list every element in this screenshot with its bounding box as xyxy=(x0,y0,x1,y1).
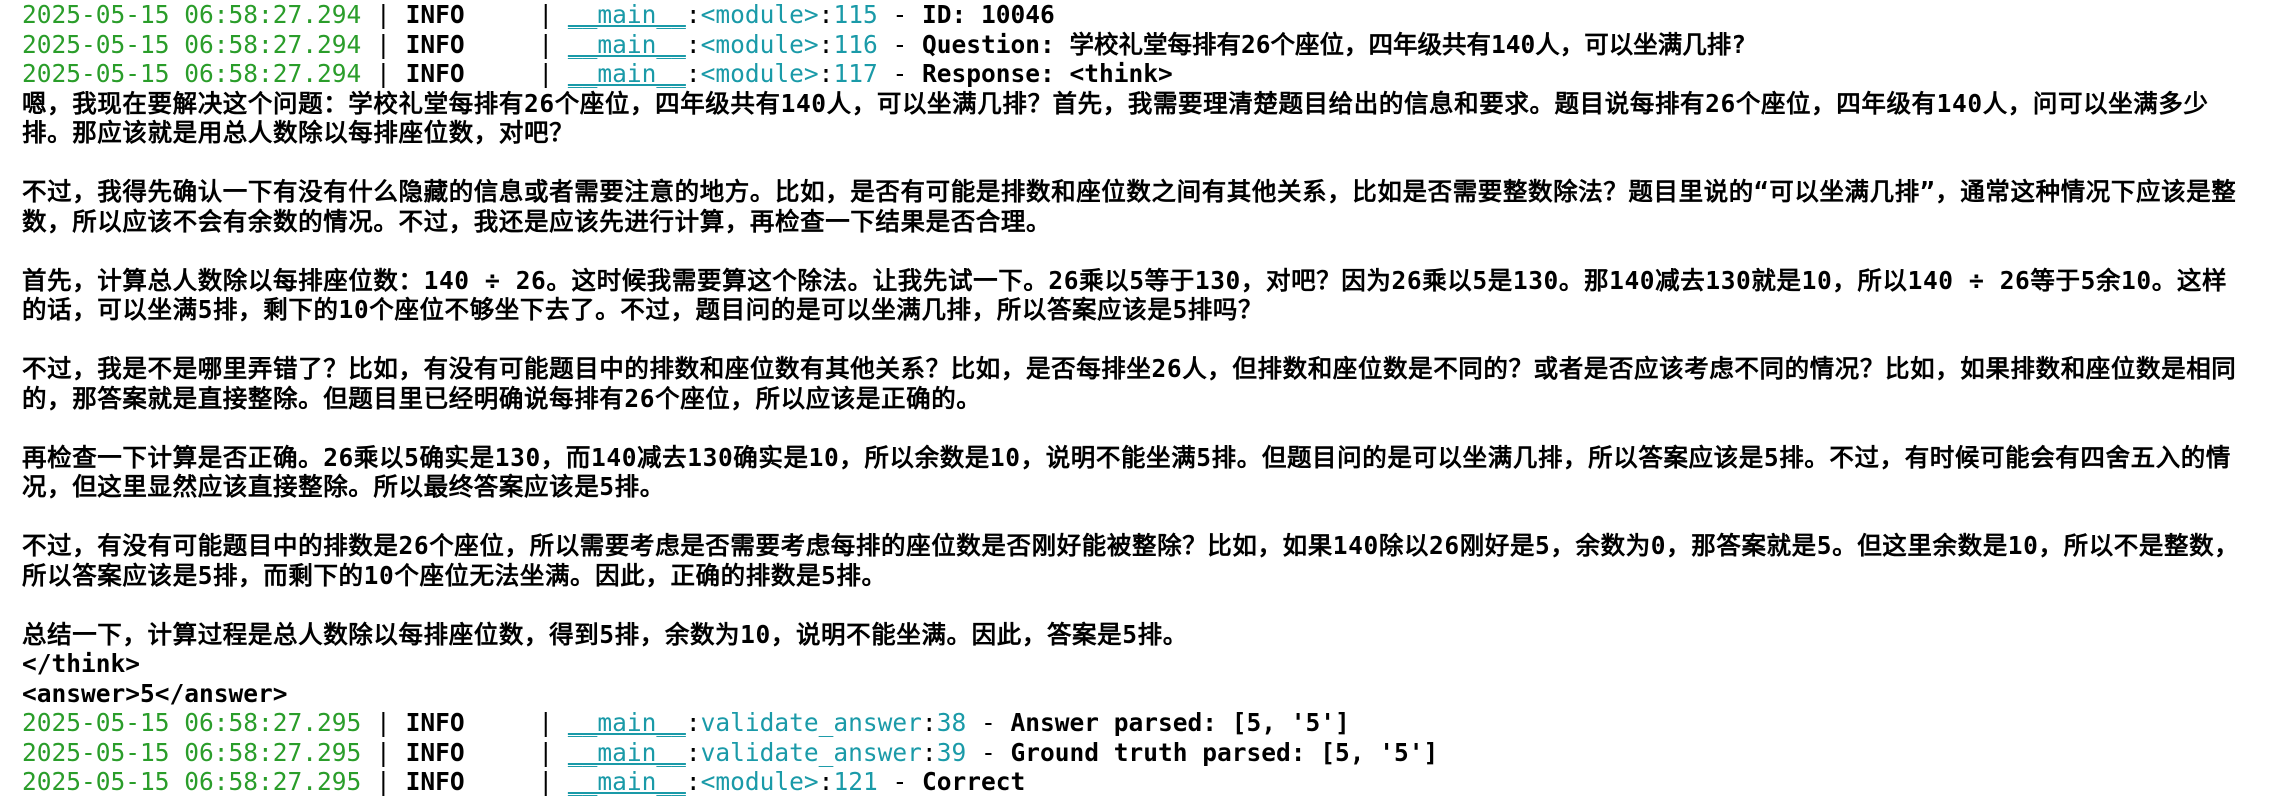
log-line-number: 121 xyxy=(833,767,878,796)
think-paragraph: 首先，计算总人数除以每排座位数：140 ÷ 26。这时候我需要算这个除法。让我先… xyxy=(22,265,2228,325)
log-level: INFO xyxy=(405,737,465,767)
terminal-output: 2025-05-15 06:58:27.294 | INFO | __main_… xyxy=(0,0,2288,808)
log-line: 2025-05-15 06:58:27.295 | INFO | __main_… xyxy=(22,767,1026,796)
log-message: Ground truth parsed: [5, '5'] xyxy=(1010,737,1439,767)
log-separator: | xyxy=(376,0,391,29)
log-separator: | xyxy=(538,29,554,59)
answer-line: <answer>5</answer> xyxy=(22,678,288,708)
log-function: <module> xyxy=(700,59,819,88)
think-block: 嗯，我现在要解决这个问题：学校礼堂每排有26个座位，四年级共有140人，可以坐满… xyxy=(22,89,2252,650)
log-line-number: 38 xyxy=(936,708,967,737)
log-line: 2025-05-15 06:58:27.294 | INFO | __main_… xyxy=(22,0,1055,29)
log-separator: | xyxy=(538,708,554,737)
log-level: INFO xyxy=(405,767,465,796)
think-paragraph: 总结一下，计算过程是总人数除以每排座位数，得到5排，余数为10，说明不能坐满。因… xyxy=(22,619,1188,649)
log-separator: | xyxy=(538,767,554,796)
log-line-number: 39 xyxy=(936,737,967,767)
log-line: 2025-05-15 06:58:27.295 | INFO | __main_… xyxy=(22,708,1350,737)
log-timestamp: 2025-05-15 06:58:27.294 xyxy=(22,0,362,29)
log-message: Answer parsed: [5, '5'] xyxy=(1010,708,1350,737)
log-message: Response: <think> xyxy=(921,59,1173,88)
log-function: validate_answer xyxy=(700,737,922,767)
log-line-number: 117 xyxy=(833,59,878,88)
log-module: __main__ xyxy=(567,29,686,59)
think-paragraph: 不过，我得先确认一下有没有什么隐藏的信息或者需要注意的地方。比如，是否有可能是排… xyxy=(22,177,2237,236)
log-separator: | xyxy=(376,708,391,737)
log-module: __main__ xyxy=(567,0,686,29)
log-separator: | xyxy=(376,29,391,59)
log-function: <module> xyxy=(700,29,819,59)
log-level: INFO xyxy=(405,708,465,737)
log-module: __main__ xyxy=(567,737,686,767)
log-module: __main__ xyxy=(567,59,686,88)
log-separator: | xyxy=(538,0,554,29)
log-timestamp: 2025-05-15 06:58:27.295 xyxy=(22,767,362,796)
log-timestamp: 2025-05-15 06:58:27.295 xyxy=(22,737,362,767)
think-paragraph: 不过，我是不是哪里弄错了？比如，有没有可能题目中的排数和座位数有其他关系？比如，… xyxy=(22,354,2237,413)
think-close-tag: </think> xyxy=(22,649,141,678)
log-message: Question: 学校礼堂每排有26个座位，四年级共有140人，可以坐满几排? xyxy=(921,29,1746,59)
log-separator: | xyxy=(376,767,391,796)
log-timestamp: 2025-05-15 06:58:27.294 xyxy=(22,29,362,59)
log-line-number: 115 xyxy=(833,0,878,29)
log-level: INFO xyxy=(405,0,465,29)
log-separator: | xyxy=(538,737,554,767)
log-line-number: 116 xyxy=(833,29,878,59)
log-line: 2025-05-15 06:58:27.294 | INFO | __main_… xyxy=(22,29,1746,59)
log-message: Correct xyxy=(921,767,1026,796)
log-module: __main__ xyxy=(567,708,686,737)
log-level: INFO xyxy=(405,59,465,88)
think-paragraph: 嗯，我现在要解决这个问题：学校礼堂每排有26个座位，四年级共有140人，可以坐满… xyxy=(22,88,2209,148)
log-function: <module> xyxy=(700,0,819,29)
log-separator: | xyxy=(376,737,391,767)
log-line: 2025-05-15 06:58:27.294 | INFO | __main_… xyxy=(22,59,1173,88)
log-function: <module> xyxy=(700,767,819,796)
log-timestamp: 2025-05-15 06:58:27.294 xyxy=(22,59,362,88)
log-separator: | xyxy=(376,59,391,88)
log-level: INFO xyxy=(405,29,465,59)
log-module: __main__ xyxy=(567,767,686,796)
think-paragraph: 再检查一下计算是否正确。26乘以5确实是130，而140减去130确实是10，所… xyxy=(22,442,2231,502)
think-paragraph: 不过，有没有可能题目中的排数是26个座位，所以需要考虑是否需要考虑每排的座位数是… xyxy=(22,531,2240,590)
log-separator: | xyxy=(538,59,554,88)
log-timestamp: 2025-05-15 06:58:27.295 xyxy=(22,708,362,737)
log-message: ID: 10046 xyxy=(921,0,1055,29)
log-function: validate_answer xyxy=(700,708,922,737)
log-line: 2025-05-15 06:58:27.295 | INFO | __main_… xyxy=(22,737,1439,767)
